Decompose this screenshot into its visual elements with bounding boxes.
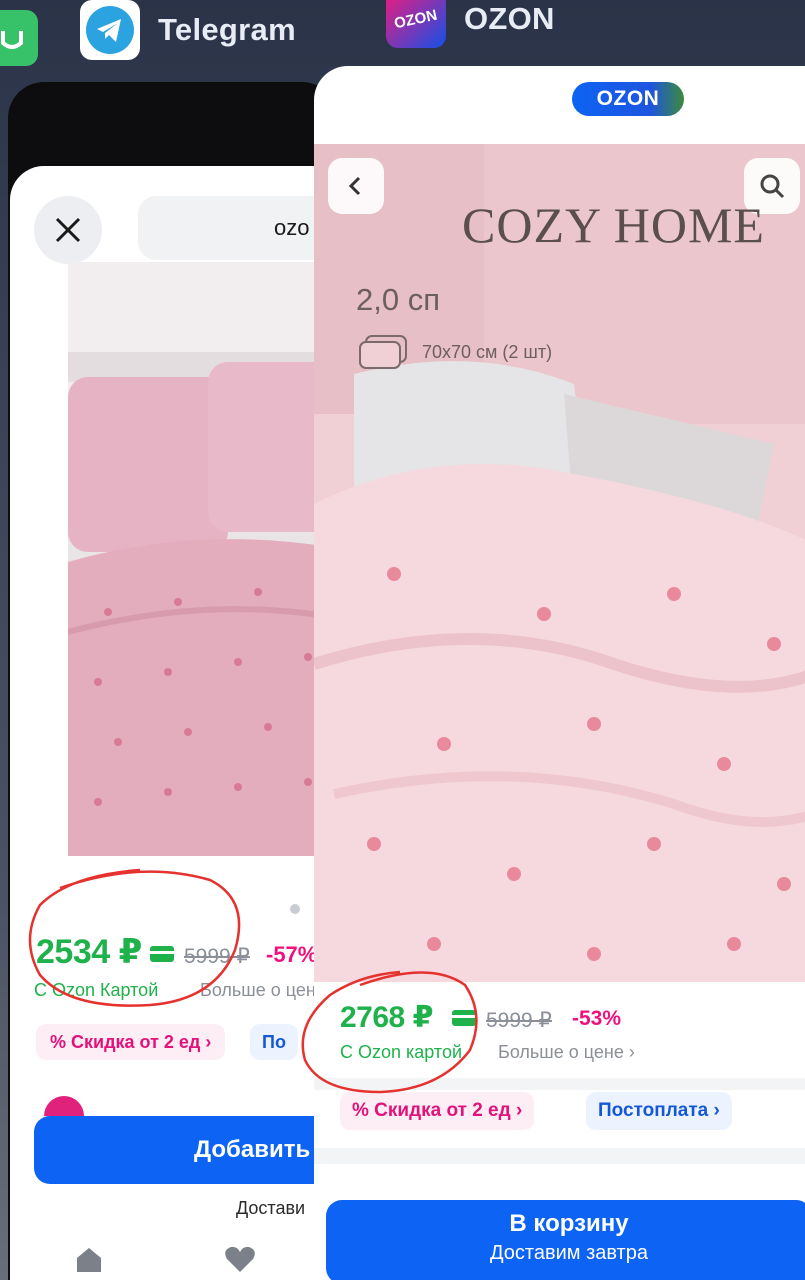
- close-icon: [55, 217, 81, 243]
- ozon-app-chip[interactable]: OZON OZON: [386, 0, 555, 48]
- left-tag-discount[interactable]: % Скидка от 2 ед ›: [36, 1024, 226, 1060]
- address-text: ozo: [274, 215, 310, 240]
- product-photo-main[interactable]: [314, 144, 805, 982]
- left-app-card[interactable]: ozo 2534 ₽ 5999 ₽ -57% С Ozon Картой Бол…: [10, 166, 350, 1280]
- add-to-cart-button[interactable]: Добавить: [34, 1116, 350, 1184]
- ozon-logo: OZON: [572, 82, 684, 116]
- telegram-label: Telegram: [158, 12, 296, 47]
- left-more-price-link[interactable]: Больше о цене: [200, 980, 326, 1001]
- more-price-link[interactable]: Больше о цене ›: [498, 1042, 635, 1063]
- chevron-left-icon: [348, 176, 361, 196]
- pillow-icon: [359, 335, 407, 369]
- close-button[interactable]: [34, 196, 102, 264]
- section-divider: [314, 1148, 805, 1164]
- cart-button-label: В корзину: [509, 1210, 629, 1237]
- tag-postpay[interactable]: Постоплата ›: [586, 1092, 732, 1130]
- pillow-size-text: 70x70 см (2 шт): [422, 342, 553, 362]
- ozon-card-icon: [150, 946, 174, 962]
- left-discount: -57%: [266, 942, 318, 967]
- home-icon[interactable]: [74, 1244, 104, 1274]
- ozon-card-icon: [452, 1010, 476, 1026]
- telegram-app-chip[interactable]: Telegram: [80, 0, 296, 60]
- size-overlay-text: 2,0 сп: [356, 282, 440, 317]
- back-button[interactable]: [328, 158, 384, 214]
- photo-page-dot: [290, 904, 300, 914]
- ozon-app-icon: OZON: [386, 0, 446, 48]
- section-divider: [314, 1078, 805, 1090]
- tag-discount[interactable]: % Скидка от 2 ед ›: [340, 1092, 535, 1130]
- old-price: 5999 ₽: [486, 1009, 552, 1032]
- cart-button-sub: Доставим завтра: [490, 1242, 648, 1264]
- telegram-icon: [80, 0, 140, 60]
- left-tag-postpay[interactable]: По: [250, 1024, 298, 1060]
- add-to-cart-button[interactable]: В корзину Доставим завтра: [326, 1200, 805, 1280]
- discount-badge: -53%: [572, 1007, 622, 1030]
- ozon-app-icon-text: OZON: [393, 6, 439, 32]
- brand-overlay-text: COZY HOME: [462, 197, 765, 253]
- product-photo-left[interactable]: [68, 262, 350, 856]
- previous-app-icon[interactable]: [0, 10, 38, 66]
- ozon-label: OZON: [464, 1, 555, 36]
- seller-avatar: [44, 1096, 84, 1116]
- left-delivery-text: Достави: [236, 1198, 306, 1218]
- left-old-price: 5999 ₽: [184, 945, 250, 968]
- left-ozon-card-label: С Ozon Картой: [34, 980, 159, 1000]
- ozon-app-card[interactable]: OZON COZY HOME 2,0 сп 70x70 см (2 шт) 27…: [314, 66, 805, 1280]
- left-price: 2534 ₽: [36, 933, 142, 971]
- heart-icon[interactable]: [224, 1244, 256, 1274]
- ozon-card-label: С Ozon картой: [340, 1042, 463, 1062]
- price: 2768 ₽: [340, 1001, 433, 1034]
